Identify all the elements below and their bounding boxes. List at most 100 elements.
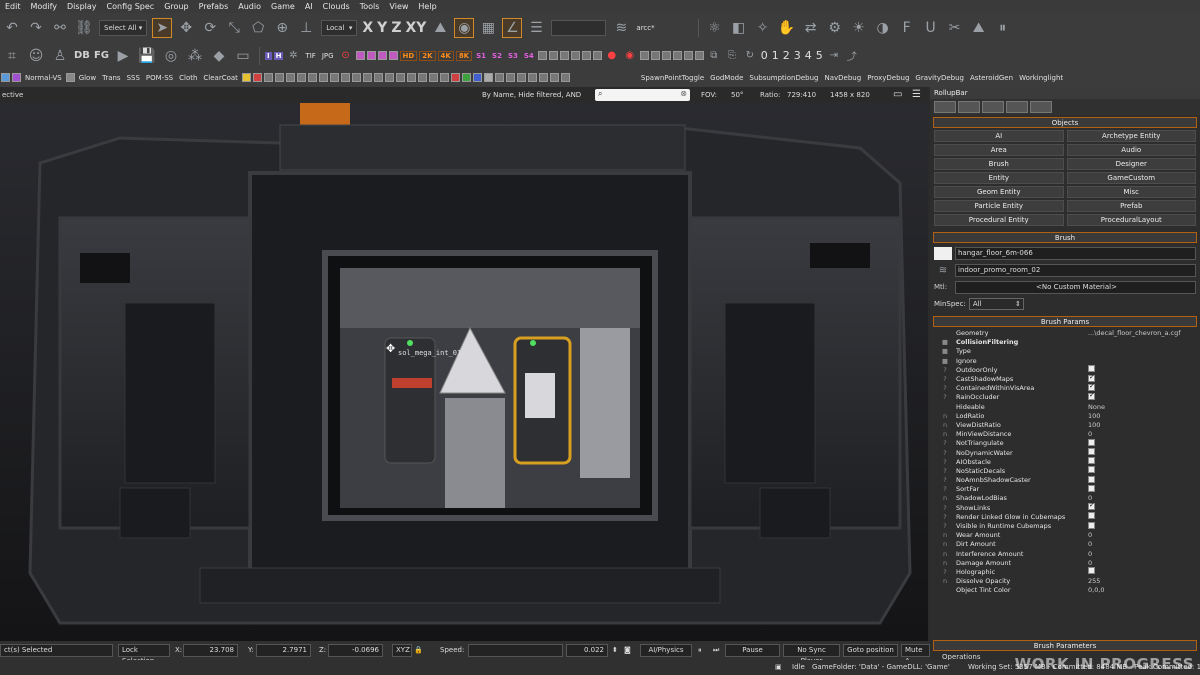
lighting-icon[interactable]: ☀	[849, 18, 869, 38]
red-channel-icon[interactable]	[252, 73, 262, 82]
copy-icon[interactable]: ⧉	[707, 49, 721, 63]
subsumption-debug-button[interactable]: SubsumptionDebug	[749, 74, 818, 82]
param-row[interactable]: ? RainOccluder	[934, 392, 1196, 402]
god-mode-button[interactable]: GodMode	[710, 74, 743, 82]
record-icon[interactable]: ⊙	[339, 49, 353, 63]
view-16-icon[interactable]	[428, 73, 438, 82]
s3-button[interactable]: S3	[506, 52, 520, 60]
num-3-button[interactable]: 3	[794, 49, 801, 62]
refresh-icon[interactable]: ↻	[743, 49, 757, 63]
cut-icon[interactable]: ✂	[945, 18, 965, 38]
tool-e-icon[interactable]	[683, 51, 693, 60]
view-3-icon[interactable]	[285, 73, 295, 82]
param-checkbox[interactable]	[1088, 567, 1095, 575]
param-row[interactable]: n ViewDistRatio 100	[934, 421, 1196, 430]
cloth-button[interactable]: Cloth	[179, 74, 197, 82]
object-procedural-entity-button[interactable]: Procedural Entity	[934, 214, 1064, 226]
param-row[interactable]: n LodRatio 100	[934, 412, 1196, 421]
view-17-icon[interactable]	[439, 73, 449, 82]
display-icon[interactable]: ▭	[233, 46, 253, 66]
object-archetype-entity-button[interactable]: Archetype Entity	[1066, 130, 1196, 142]
link-icon[interactable]: ⚯	[50, 18, 70, 38]
mute-audio-button[interactable]: Mute A	[901, 644, 930, 665]
terrain-lock-icon[interactable]: ⛰	[430, 18, 450, 38]
snap-normal-icon[interactable]: ⊥	[296, 18, 316, 38]
param-value[interactable]: None	[1088, 403, 1196, 412]
param-row[interactable]: Object Tint Color 0,0,0	[934, 586, 1196, 595]
param-checkbox[interactable]	[1088, 392, 1095, 400]
param-value[interactable]: 100	[1088, 421, 1196, 430]
pom-ss-button[interactable]: POM-SS	[146, 74, 173, 82]
grid-icon[interactable]: ▦	[478, 18, 498, 38]
menu-edit[interactable]: Edit	[0, 0, 26, 13]
save-icon[interactable]: 💾	[137, 46, 157, 66]
param-row[interactable]: n Dirt Amount 0	[934, 540, 1196, 549]
nav-debug-button[interactable]: NavDebug	[825, 74, 862, 82]
object-prefab-button[interactable]: Prefab	[1066, 200, 1196, 212]
proxy-debug-button[interactable]: ProxyDebug	[867, 74, 909, 82]
undo-icon[interactable]: ↶	[2, 18, 22, 38]
3d-viewport[interactable]: sol_mega_int_01 ✥	[0, 103, 928, 641]
param-row[interactable]: n Wear Amount 0	[934, 531, 1196, 540]
object-misc-button[interactable]: Misc	[1066, 186, 1196, 198]
brush-color-swatch[interactable]	[934, 246, 952, 260]
pipeline-h-button[interactable]: H	[273, 51, 284, 60]
paste-icon[interactable]: ⎘	[725, 49, 739, 63]
cube-icon[interactable]: ◆	[209, 46, 229, 66]
param-checkbox[interactable]	[1088, 374, 1095, 382]
terrain-snap-icon[interactable]: ⬠	[248, 18, 268, 38]
view-7-icon[interactable]	[329, 73, 339, 82]
debug-a-icon[interactable]	[494, 73, 504, 82]
speed-value-field[interactable]: 0.022	[566, 644, 608, 657]
view-11-icon[interactable]	[373, 73, 383, 82]
channel-r-icon[interactable]	[450, 73, 460, 82]
param-row[interactable]: ? Holographic	[934, 567, 1196, 577]
menu-audio[interactable]: Audio	[233, 0, 266, 13]
view-4-icon[interactable]	[296, 73, 306, 82]
minspec-dropdown[interactable]: All ⇕	[968, 298, 1024, 310]
asteroid-gen-button[interactable]: AsteroidGen	[970, 74, 1013, 82]
unlink-icon[interactable]: ⛓	[74, 18, 94, 38]
debug-b-icon[interactable]	[505, 73, 515, 82]
debug-e-icon[interactable]	[538, 73, 548, 82]
lock-selection-button[interactable]: Lock Selection	[118, 644, 170, 665]
param-value[interactable]: 255	[1088, 577, 1196, 586]
tab-modify-icon[interactable]	[958, 101, 980, 113]
axis-x-button[interactable]: X	[362, 20, 373, 36]
teleport-icon[interactable]: ⤴	[845, 49, 859, 63]
param-checkbox[interactable]	[1088, 365, 1095, 373]
param-checkbox[interactable]	[1088, 448, 1095, 456]
param-row[interactable]: ? Visible in Runtime Cubemaps	[934, 521, 1196, 531]
num-2-button[interactable]: 2	[783, 49, 790, 62]
param-row[interactable]: n Interference Amount 0	[934, 550, 1196, 559]
debug-c-icon[interactable]	[516, 73, 526, 82]
filter-label[interactable]: By Name, Hide filtered, AND	[482, 91, 581, 99]
debug-d-icon[interactable]	[527, 73, 537, 82]
ui-editor-icon[interactable]: U	[921, 18, 941, 38]
num-0-button[interactable]: 0	[761, 49, 768, 62]
view-6-icon[interactable]	[318, 73, 328, 82]
view-1-icon[interactable]	[263, 73, 273, 82]
record-option-icon[interactable]: ◉	[623, 49, 637, 63]
brush-parameters-header[interactable]: Brush Parameters	[933, 640, 1197, 651]
param-checkbox[interactable]	[1088, 484, 1095, 492]
brush-layer-field[interactable]: indoor_promo_room_02	[955, 263, 1196, 277]
cam-1-icon[interactable]	[537, 51, 547, 60]
res-4k-button[interactable]: 4K	[437, 50, 454, 61]
param-row[interactable]: ? SortFar	[934, 484, 1196, 494]
glow-button[interactable]: Glow	[79, 74, 96, 82]
cam-3-icon[interactable]	[559, 51, 569, 60]
play-icon[interactable]: ▶	[113, 46, 133, 66]
cam-6-icon[interactable]	[592, 51, 602, 60]
select-tool-icon[interactable]: ➤	[152, 18, 173, 38]
param-value[interactable]: 0	[1088, 550, 1196, 559]
menu-config-spec[interactable]: Config Spec	[102, 0, 160, 13]
objects-header[interactable]: Objects	[933, 117, 1197, 128]
view-2-icon[interactable]	[274, 73, 284, 82]
scale-tool-icon[interactable]: ⤡	[224, 18, 244, 38]
object-entity-button[interactable]: Entity	[934, 172, 1064, 184]
object-ai-button[interactable]: AI	[934, 130, 1064, 142]
debug-f-icon[interactable]	[549, 73, 559, 82]
physics-icon[interactable]: ⚛	[705, 18, 725, 38]
menu-view[interactable]: View	[384, 0, 413, 13]
